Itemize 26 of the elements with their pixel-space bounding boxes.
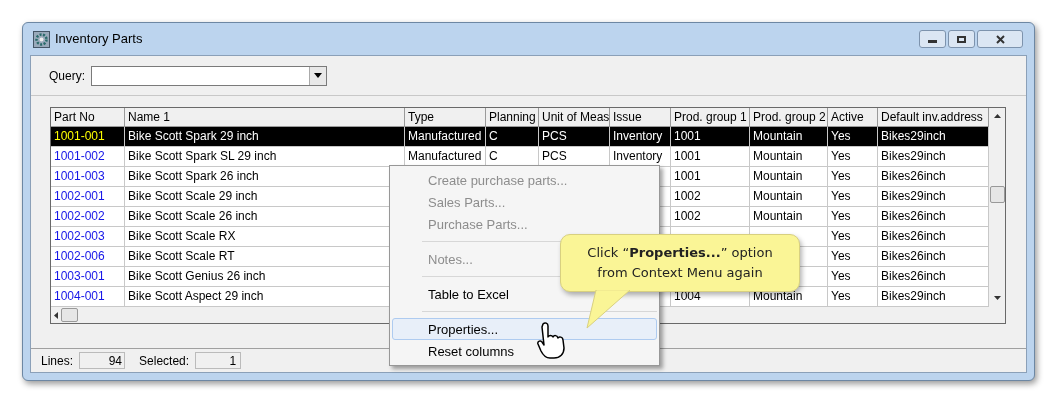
scroll-thumb[interactable] [989, 186, 1005, 203]
selected-count: 1 [195, 352, 242, 369]
query-dropdown[interactable] [91, 65, 327, 86]
vertical-scrollbar[interactable] [989, 108, 1005, 307]
scroll-left-icon[interactable] [54, 311, 58, 319]
scroll-down-icon[interactable] [993, 296, 1001, 300]
lines-label: Lines: [41, 352, 74, 370]
close-button[interactable] [977, 30, 1023, 48]
menu-item[interactable]: Reset columns [392, 340, 657, 362]
window-title: Inventory Parts [55, 30, 143, 49]
gear-icon [33, 30, 50, 48]
minimize-button[interactable] [919, 30, 946, 48]
minimize-icon [928, 40, 937, 43]
maximize-button[interactable] [948, 30, 975, 48]
maximize-icon [957, 35, 966, 43]
table-row[interactable]: 1001-002 Bike Scott Spark SL 29 inch Manufactured C PCS Inventory 1001 Mountain Yes Bikes29inch [51, 147, 989, 167]
lines-count: 94 [79, 352, 126, 369]
menu-item[interactable]: Properties... [392, 318, 657, 340]
query-label: Query: [49, 67, 85, 85]
table-row[interactable]: 1001-001 Bike Scott Spark 29 inch Manufactured C PCS Inventory 1001 Mountain Yes Bikes29inch [51, 127, 989, 147]
caret-icon [314, 73, 322, 78]
selected-label: Selected: [139, 352, 190, 370]
scroll-thumb[interactable] [61, 308, 78, 322]
close-icon [995, 34, 1005, 44]
scroll-up-icon[interactable] [993, 114, 1001, 118]
callout-tooltip-pointer [586, 290, 632, 330]
